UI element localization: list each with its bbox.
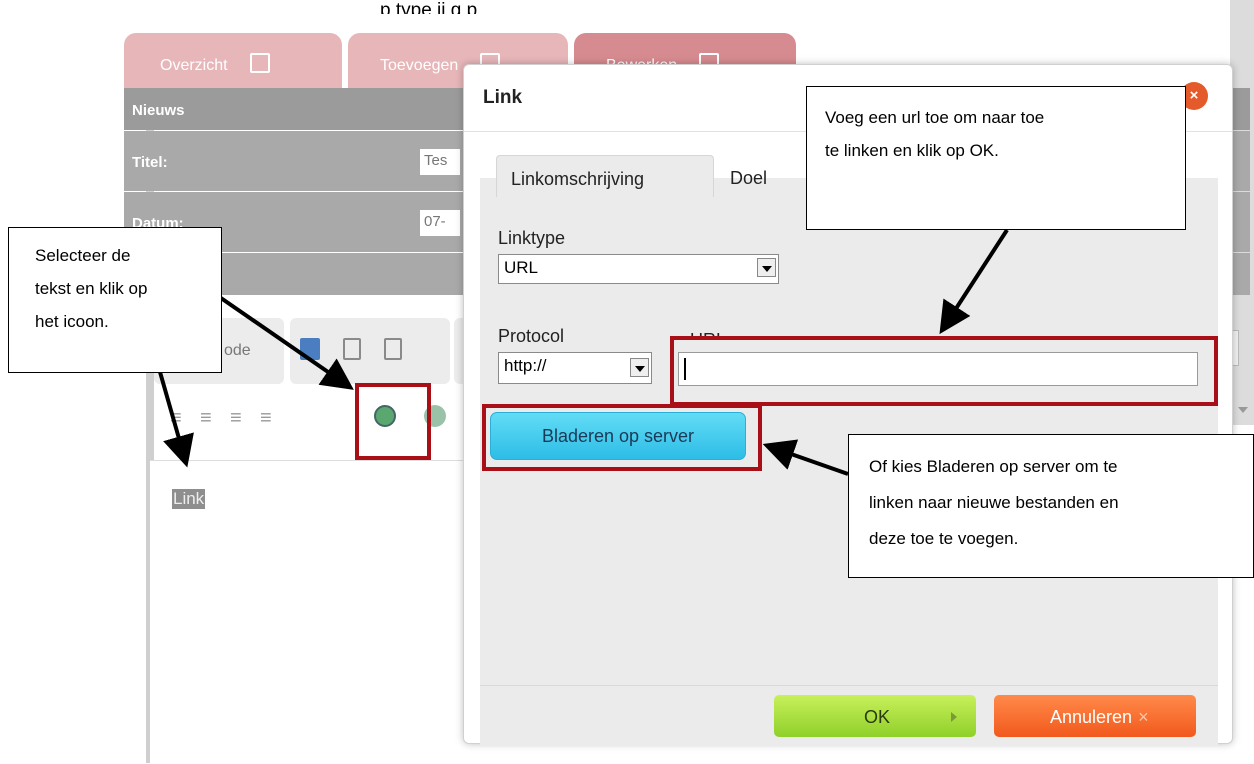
callout-line: Selecteer de bbox=[35, 246, 131, 265]
callout-add-url: Voeg een url toe om naar toe te linken e… bbox=[806, 86, 1186, 230]
callout-select-text: Selecteer de tekst en klik op het icoon. bbox=[8, 227, 222, 373]
arrow-to-url-field bbox=[939, 228, 1009, 335]
callout-line: het icoon. bbox=[35, 312, 109, 331]
callout-line: linken naar nieuwe bestanden en bbox=[869, 493, 1119, 512]
callout-line: deze toe te voegen. bbox=[869, 529, 1019, 548]
callout-line: Of kies Bladeren op server om te bbox=[869, 457, 1118, 476]
arrow-to-browse-button bbox=[762, 439, 849, 476]
arrow-to-link-icon bbox=[216, 294, 354, 390]
arrow-to-link-text bbox=[158, 371, 194, 468]
callout-line: Voeg een url toe om naar toe bbox=[825, 108, 1045, 127]
callout-line: tekst en klik op bbox=[35, 279, 148, 298]
callout-line: te linken en klik op OK. bbox=[825, 141, 999, 160]
callout-browse-server: Of kies Bladeren op server om te linken … bbox=[848, 434, 1254, 578]
